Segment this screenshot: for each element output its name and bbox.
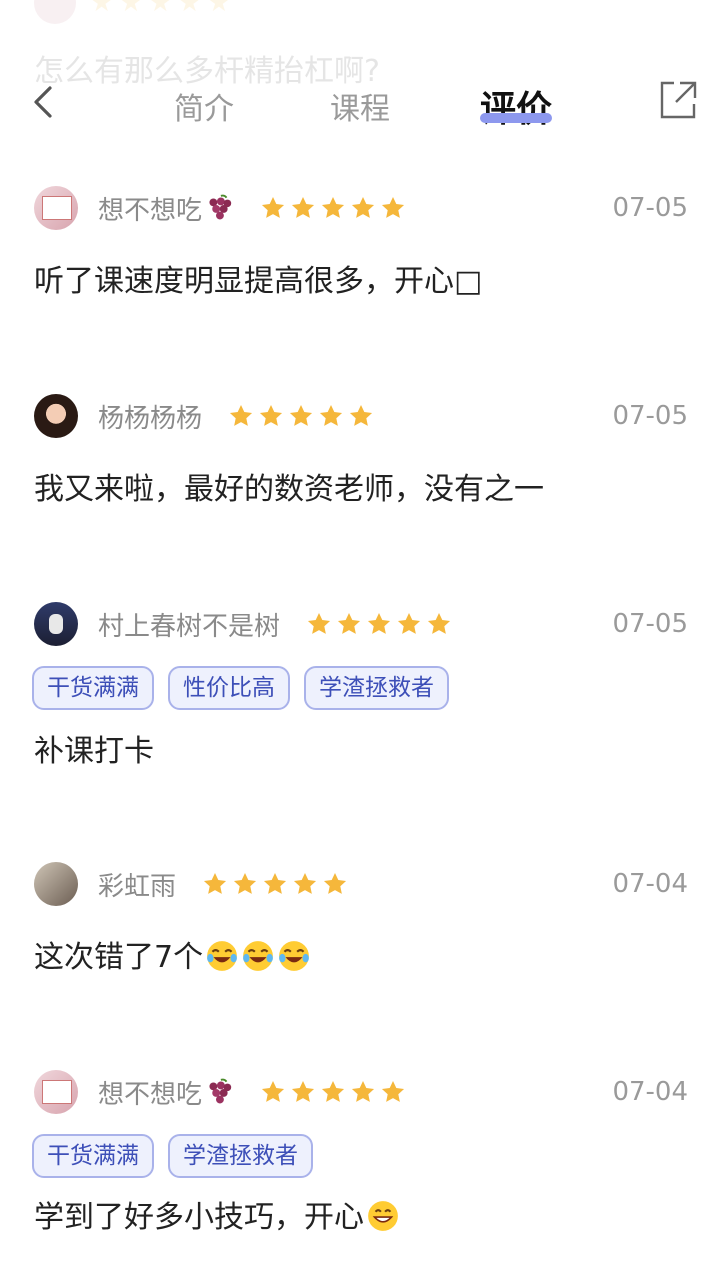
review-header: 村上春树不是树 07-05: [34, 602, 688, 646]
avatar[interactable]: [34, 862, 78, 906]
ghost-review-header: ★★★★★: [34, 0, 237, 24]
star-icon: [320, 195, 346, 221]
grape-icon: [204, 1077, 234, 1107]
review-tags: 干货满满 性价比高 学渣拯救者: [32, 666, 449, 710]
tab-course[interactable]: 课程: [330, 84, 390, 128]
star-icon: [320, 1079, 346, 1105]
star-icon: [228, 403, 254, 429]
review-header: 想不想吃 07-05: [34, 186, 688, 230]
star-icon: [202, 871, 228, 897]
top-nav-bar: 简介 课程 评价: [0, 70, 720, 140]
avatar[interactable]: [34, 602, 78, 646]
laugh-cry-icon: [205, 939, 239, 973]
missing-glyph: □: [454, 264, 483, 299]
reviewer-name[interactable]: 彩虹雨: [98, 866, 176, 903]
review-tag: 干货满满: [32, 666, 154, 710]
star-icon: [348, 403, 374, 429]
review-date: 07-04: [612, 869, 688, 899]
star-icon: [232, 871, 258, 897]
review-date: 07-05: [612, 609, 688, 639]
star-icon: [260, 1079, 286, 1105]
chevron-left-icon: [34, 86, 52, 118]
star-icon: [288, 403, 314, 429]
share-button[interactable]: [658, 80, 698, 120]
avatar: [34, 0, 76, 24]
star-icon: [350, 195, 376, 221]
review-text-body: 听了课速度明显提高很多，开心: [34, 264, 454, 299]
avatar[interactable]: [34, 394, 78, 438]
grape-icon: [204, 193, 234, 223]
star-icon: [290, 195, 316, 221]
review-tags: 干货满满 学渣拯救者: [32, 1134, 313, 1178]
star-icon: [322, 871, 348, 897]
star-icon: [336, 611, 362, 637]
review-text-body: 学到了好多小技巧，开心: [34, 1200, 364, 1235]
share-icon: [660, 81, 697, 119]
star-icon: [318, 403, 344, 429]
review-tag: 干货满满: [32, 1134, 154, 1178]
star-icon: [290, 1079, 316, 1105]
rating-stars: [306, 611, 452, 637]
avatar[interactable]: [34, 1070, 78, 1114]
rating-stars: [202, 871, 348, 897]
grin-icon: [366, 1199, 400, 1233]
active-tab-indicator: [480, 113, 552, 123]
review-date: 07-04: [612, 1077, 688, 1107]
review-tag: 学渣拯救者: [168, 1134, 313, 1178]
review-text: 听了课速度明显提高很多，开心□: [34, 256, 482, 300]
star-icon: [366, 611, 392, 637]
rating-stars: [260, 1079, 406, 1105]
reviewer-name[interactable]: 村上春树不是树: [98, 606, 280, 643]
review-date: 07-05: [612, 193, 688, 223]
rating-stars: ★★★★★: [90, 0, 237, 18]
review-header: 彩虹雨 07-04: [34, 862, 688, 906]
review-header: 想不想吃 07-04: [34, 1070, 688, 1114]
star-icon: [292, 871, 318, 897]
rating-stars: [228, 403, 374, 429]
reviewer-name[interactable]: 想不想吃: [98, 190, 202, 227]
star-icon: [258, 403, 284, 429]
star-icon: [380, 195, 406, 221]
review-text: 学到了好多小技巧，开心: [34, 1192, 400, 1236]
review-tag: 性价比高: [168, 666, 290, 710]
laugh-cry-icon: [277, 939, 311, 973]
laugh-cry-icon: [241, 939, 275, 973]
star-icon: [396, 611, 422, 637]
star-icon: [426, 611, 452, 637]
review-text: 这次错了7个: [34, 932, 311, 976]
star-icon: [306, 611, 332, 637]
back-button[interactable]: [24, 82, 64, 122]
star-icon: [260, 195, 286, 221]
reviewer-name[interactable]: 想不想吃: [98, 1074, 202, 1111]
tab-intro[interactable]: 简介: [174, 84, 234, 128]
reviewer-name[interactable]: 杨杨杨杨: [98, 398, 202, 435]
review-tag: 学渣拯救者: [304, 666, 449, 710]
review-text: 我又来啦，最好的数资老师，没有之一: [34, 472, 544, 507]
star-icon: [380, 1079, 406, 1105]
review-date: 07-05: [612, 401, 688, 431]
avatar[interactable]: [34, 186, 78, 230]
star-icon: [262, 871, 288, 897]
star-icon: [350, 1079, 376, 1105]
review-header: 杨杨杨杨 07-05: [34, 394, 688, 438]
review-text: 补课打卡: [34, 734, 154, 769]
review-text-body: 这次错了7个: [34, 940, 204, 975]
rating-stars: [260, 195, 406, 221]
